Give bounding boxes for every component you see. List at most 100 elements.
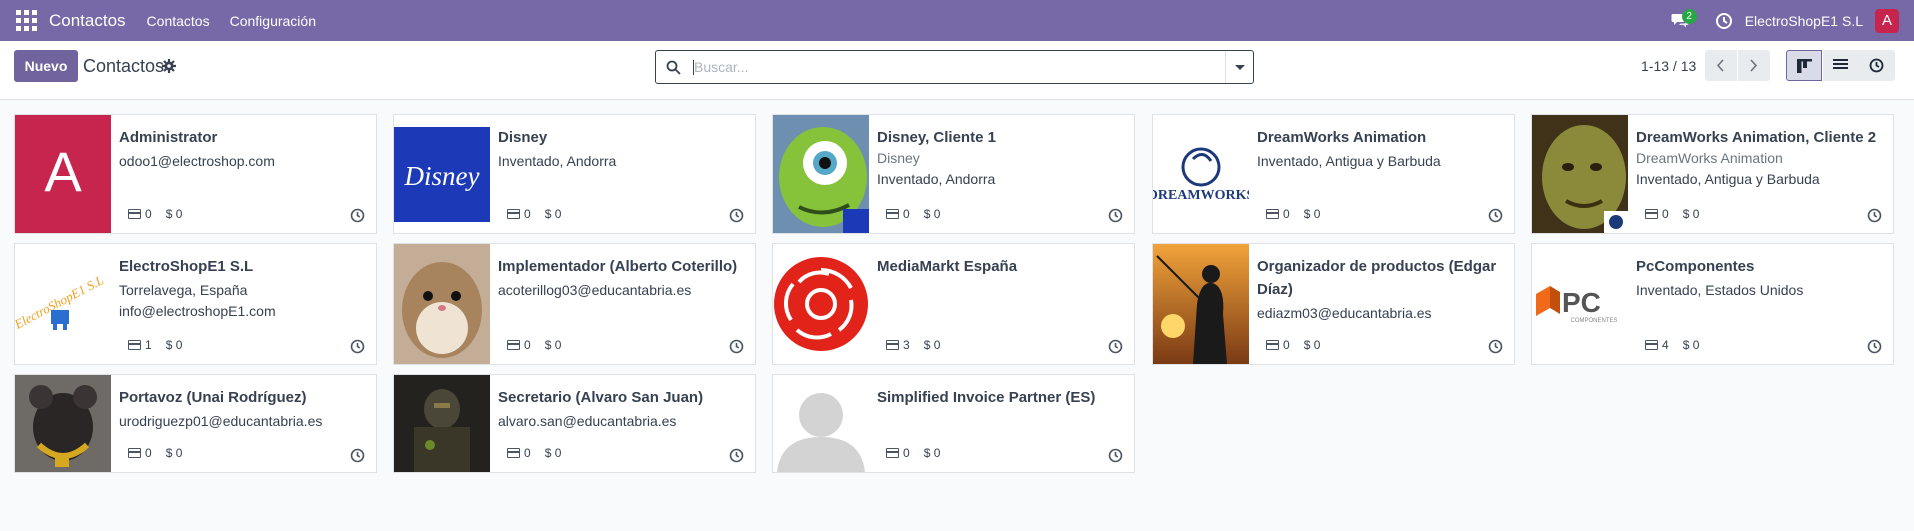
monster-photo <box>773 115 869 233</box>
card-email: alvaro.san@educantabria.es <box>498 413 677 429</box>
card-stats: 3 $ 0 <box>886 338 940 352</box>
clock-icon[interactable] <box>729 208 744 223</box>
electroshop-logo: ElectroShopE1 S.L <box>15 244 111 364</box>
app-brand[interactable]: Contactos <box>49 11 126 31</box>
card-parent-company: DreamWorks Animation <box>1636 150 1783 166</box>
kanban-card[interactable]: Implementador (Alberto Coterillo) acoter… <box>393 243 756 365</box>
clock-icon[interactable] <box>1715 12 1733 30</box>
credit-card-icon <box>1645 209 1658 219</box>
clock-icon[interactable] <box>729 339 744 354</box>
clock-icon[interactable] <box>1108 448 1123 463</box>
kanban-card[interactable]: Simplified Invoice Partner (ES) 0 $ 0 <box>772 374 1135 473</box>
kanban-card[interactable]: MediaMarkt España 3 $ 0 <box>772 243 1135 365</box>
card-title: PcComponentes <box>1636 258 1755 275</box>
ogre-photo <box>1532 115 1628 233</box>
clock-icon[interactable] <box>1488 339 1503 354</box>
dreamworks-logo: DREAMWORKS <box>1153 115 1249 233</box>
card-address: Inventado, Antigua y Barbuda <box>1636 171 1820 187</box>
card-email: ediazm03@educantabria.es <box>1257 305 1432 321</box>
fishing-photo <box>1153 244 1249 364</box>
chat-icon[interactable]: 2 <box>1671 8 1697 32</box>
chevron-left-icon <box>1716 59 1724 72</box>
card-email: info@electroshopE1.com <box>119 303 276 319</box>
kanban-card[interactable]: A Administrator odoo1@electroshop.com 0 $… <box>14 114 377 234</box>
clock-icon[interactable] <box>1108 339 1123 354</box>
clock-icon[interactable] <box>1867 208 1882 223</box>
placeholder-avatar <box>773 375 869 472</box>
clock-icon[interactable] <box>350 339 365 354</box>
activity-view-button[interactable] <box>1859 50 1895 81</box>
kanban-card[interactable]: Secretario (Alvaro San Juan) alvaro.san@… <box>393 374 756 473</box>
clock-icon[interactable] <box>1108 208 1123 223</box>
pager-next-button[interactable] <box>1738 50 1770 81</box>
kanban-card[interactable]: Disney Disney Inventado, Andorra 0 $ 0 <box>393 114 756 234</box>
avatar: A <box>15 115 111 233</box>
card-title: Organizador de productos (Edgar Díaz) <box>1257 258 1497 298</box>
card-email: urodriguezp01@educantabria.es <box>119 413 323 429</box>
new-button[interactable]: Nuevo <box>14 50 78 82</box>
kanban-card[interactable]: Disney, Cliente 1 Disney Inventado, Ando… <box>772 114 1135 234</box>
card-stats: 0 $ 0 <box>128 446 182 460</box>
credit-card-icon <box>886 209 899 219</box>
search-options-toggle[interactable] <box>1225 51 1253 83</box>
credit-card-icon <box>1266 209 1279 219</box>
credit-card-icon <box>128 340 141 350</box>
credit-card-icon <box>507 448 520 458</box>
user-avatar[interactable]: A <box>1875 8 1899 33</box>
clock-icon[interactable] <box>350 208 365 223</box>
kanban-card[interactable]: DREAMWORKS DreamWorks Animation Inventad… <box>1152 114 1515 234</box>
list-view-button[interactable] <box>1823 50 1859 81</box>
card-stats: 0 $ 0 <box>1266 207 1320 221</box>
clock-icon[interactable] <box>1867 339 1882 354</box>
card-stats: 0 $ 0 <box>1266 338 1320 352</box>
card-title: DreamWorks Animation, Cliente 2 <box>1636 129 1877 146</box>
svg-text:COMPONENTES: COMPONENTES <box>1570 318 1617 324</box>
disney-logo: Disney <box>394 115 490 233</box>
card-title: Portavoz (Unai Rodríguez) <box>119 389 307 406</box>
kanban-card[interactable]: DreamWorks Animation, Cliente 2 DreamWor… <box>1531 114 1894 234</box>
card-stats: 0 $ 0 <box>128 207 182 221</box>
search-box[interactable] <box>655 50 1254 84</box>
card-title: ElectroShopE1 S.L <box>119 258 254 275</box>
soldier-photo <box>394 375 490 472</box>
kanban-view-button[interactable] <box>1786 50 1822 81</box>
clock-icon[interactable] <box>1488 208 1503 223</box>
menu-contactos[interactable]: Contactos <box>147 13 210 29</box>
card-title: Simplified Invoice Partner (ES) <box>877 389 1096 406</box>
card-title: Implementador (Alberto Coterillo) <box>498 258 738 275</box>
kanban-card[interactable]: PC COMPONENTES PcComponentes Inventado, E… <box>1531 243 1894 365</box>
card-title: Administrator <box>119 129 218 146</box>
pager-value[interactable]: 1-13 / 13 <box>1641 58 1696 74</box>
chevron-down-icon <box>1235 65 1245 70</box>
gear-icon[interactable] <box>162 59 176 73</box>
card-address: Torrelavega, España <box>119 282 248 298</box>
rat-photo <box>15 375 111 472</box>
credit-card-icon <box>886 448 899 458</box>
card-title: Disney, Cliente 1 <box>877 129 996 146</box>
kanban-card[interactable]: Organizador de productos (Edgar Díaz) ed… <box>1152 243 1515 365</box>
card-stats: 4 $ 0 <box>1645 338 1699 352</box>
card-title: DreamWorks Animation <box>1257 129 1427 146</box>
clock-icon[interactable] <box>350 448 365 463</box>
svg-text:DREAMWORKS: DREAMWORKS <box>1153 188 1249 203</box>
company-switcher[interactable]: ElectroShopE1 S.L <box>1745 13 1863 29</box>
svg-text:PC: PC <box>1562 287 1601 318</box>
page-title: Contactos <box>83 56 165 76</box>
card-stats: 0 $ 0 <box>886 207 940 221</box>
menu-configuracion[interactable]: Configuración <box>230 13 316 29</box>
search-input[interactable] <box>694 57 1124 77</box>
apps-grid-icon[interactable] <box>14 9 38 33</box>
pager-previous-button[interactable] <box>1705 50 1737 81</box>
kanban-card[interactable]: Portavoz (Unai Rodríguez) urodriguezp01@… <box>14 374 377 473</box>
card-address: Inventado, Andorra <box>877 171 996 187</box>
svg-text:Disney: Disney <box>404 161 480 191</box>
kanban-card[interactable]: ElectroShopE1 S.L ElectroShopE1 S.L Torr… <box>14 243 377 365</box>
credit-card-icon <box>128 448 141 458</box>
clock-icon[interactable] <box>729 448 744 463</box>
card-email: odoo1@electroshop.com <box>119 153 275 169</box>
list-icon <box>1833 59 1848 69</box>
card-address: Inventado, Andorra <box>498 153 617 169</box>
card-stats: 0 $ 0 <box>507 446 561 460</box>
mediamarkt-logo <box>773 244 869 364</box>
credit-card-icon <box>507 340 520 350</box>
